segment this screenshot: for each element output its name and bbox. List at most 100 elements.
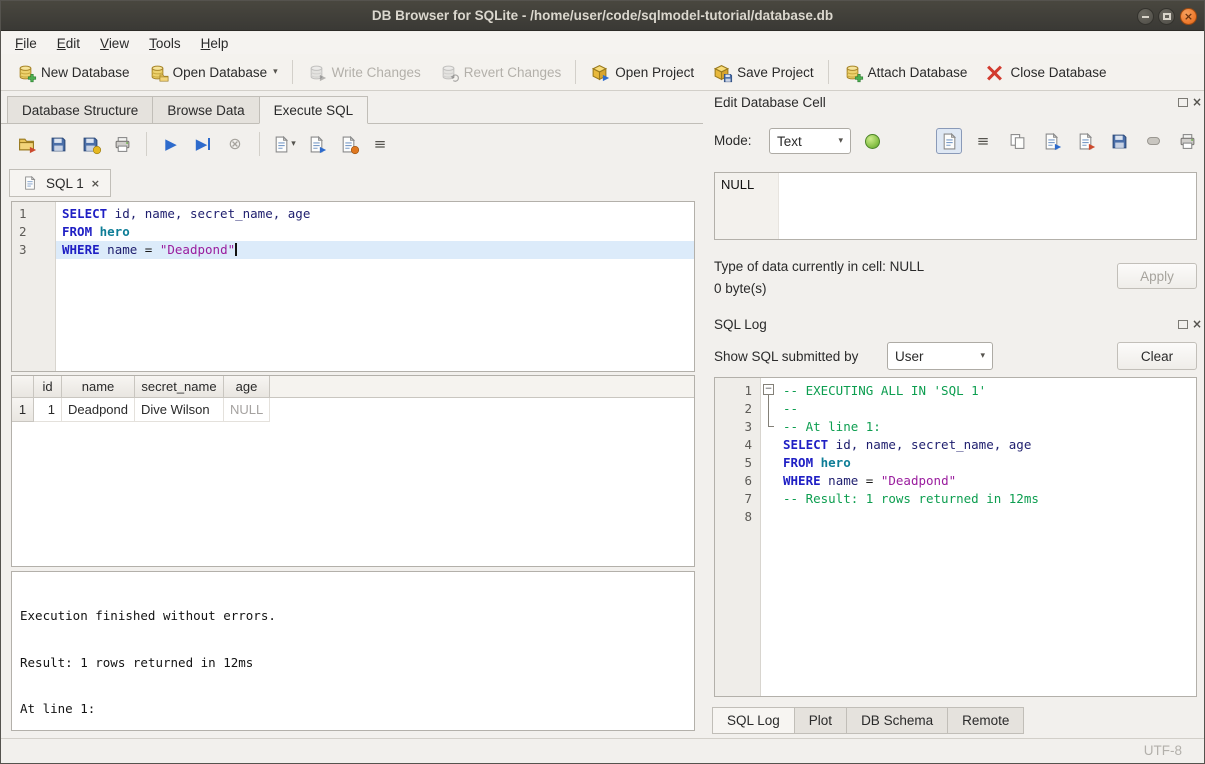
copy-icon — [1008, 132, 1027, 150]
new-editor-window-button[interactable]: ▾ — [271, 131, 297, 157]
open-sql-file-icon — [17, 135, 36, 153]
sql-log-view[interactable]: 1 2 3 4 5 6 7 8 − -- EXECUTING ALL IN 'S… — [714, 377, 1197, 697]
attach-database-icon — [843, 63, 862, 81]
write-changes-icon — [307, 63, 326, 81]
cell-name[interactable]: Deadpond — [62, 398, 135, 422]
message-line: Result: 1 rows returned in 12ms — [20, 655, 686, 671]
column-header-name[interactable]: name — [62, 376, 135, 398]
undock-panel-icon[interactable] — [1178, 320, 1188, 329]
tab-execute-sql[interactable]: Execute SQL — [259, 96, 369, 124]
close-panel-icon[interactable]: × — [1192, 317, 1202, 331]
undock-panel-icon[interactable] — [1178, 98, 1188, 107]
print-sql-button[interactable] — [109, 131, 135, 157]
execute-all-button[interactable]: ▶ — [158, 131, 184, 157]
printer-icon — [113, 135, 132, 153]
sql-tab-close-icon[interactable]: × — [91, 177, 100, 190]
column-header-age[interactable]: age — [224, 376, 270, 398]
save-sql-file-button[interactable] — [45, 131, 71, 157]
sql-code-area[interactable]: SELECT id, name, secret_name, age FROM h… — [56, 202, 694, 371]
print-cell-button[interactable] — [1174, 128, 1200, 154]
menu-edit[interactable]: Edit — [47, 34, 90, 53]
maximize-button[interactable] — [1158, 8, 1175, 25]
text-mode-icon — [940, 132, 959, 150]
cell-type-label: Type of data currently in cell: NULL — [714, 259, 924, 274]
sql-line: FROM hero — [56, 223, 694, 241]
new-database-button[interactable]: New Database — [7, 58, 139, 86]
row-number-cell[interactable]: 1 — [12, 398, 34, 422]
log-filter-value: User — [895, 349, 924, 364]
close-database-button[interactable]: Close Database — [976, 58, 1115, 86]
open-database-button[interactable]: Open Database ▾ — [139, 58, 287, 86]
sql-tab-label: SQL 1 — [46, 176, 84, 191]
log-filter-label: Show SQL submitted by — [714, 349, 858, 364]
fold-margin: − — [761, 378, 777, 696]
auto-switch-mode-button[interactable] — [859, 128, 885, 154]
tab-remote[interactable]: Remote — [947, 707, 1024, 734]
log-line: FROM hero — [777, 454, 1196, 472]
cell-editor[interactable]: NULL — [714, 172, 1197, 240]
find-replace-button[interactable] — [335, 131, 361, 157]
column-header-secret-name[interactable]: secret_name — [135, 376, 224, 398]
left-panel: Database Structure Browse Data Execute S… — [1, 91, 703, 738]
save-sql-file-icon — [49, 135, 68, 153]
save-project-icon — [712, 63, 731, 81]
encoding-indicator: UTF-8 — [1144, 743, 1182, 758]
tab-database-structure[interactable]: Database Structure — [7, 96, 153, 124]
tab-browse-data[interactable]: Browse Data — [152, 96, 259, 124]
column-header-id[interactable]: id — [34, 376, 62, 398]
bottom-tabbar: SQL Log Plot DB Schema Remote — [712, 707, 1023, 734]
import-cell-data-button[interactable] — [1038, 128, 1064, 154]
close-icon: × — [1184, 11, 1193, 22]
log-filter-select[interactable]: User ▾ — [887, 342, 993, 370]
save-as-icon — [1110, 132, 1129, 150]
toolbar-separator — [575, 60, 576, 84]
word-wrap-button[interactable]: ≡ — [367, 131, 393, 157]
log-line: -- EXECUTING ALL IN 'SQL 1' — [777, 382, 1196, 400]
word-wrap-cell-button[interactable]: ≡ — [970, 128, 996, 154]
attach-database-button[interactable]: Attach Database — [834, 58, 977, 86]
tab-plot[interactable]: Plot — [794, 707, 847, 734]
copy-cell-button[interactable] — [1004, 128, 1030, 154]
window-title: DB Browser for SQLite - /home/user/code/… — [372, 8, 833, 23]
minimize-button[interactable] — [1137, 8, 1154, 25]
cell-id[interactable]: 1 — [34, 398, 62, 422]
export-results-button[interactable] — [303, 131, 329, 157]
write-changes-button[interactable]: Write Changes — [298, 58, 430, 86]
menu-tools[interactable]: Tools — [139, 34, 191, 53]
sql-editor-tab[interactable]: SQL 1 × — [9, 169, 111, 197]
save-sql-file-as-button[interactable] — [77, 131, 103, 157]
revert-changes-button[interactable]: Revert Changes — [430, 58, 571, 86]
close-panel-icon[interactable]: × — [1192, 95, 1202, 109]
apply-button[interactable]: Apply — [1117, 263, 1197, 289]
mode-label: Mode: — [714, 133, 752, 148]
mode-select[interactable]: Text ▾ — [769, 128, 851, 154]
cell-age[interactable]: NULL — [224, 398, 270, 422]
export-cell-data-button[interactable] — [1072, 128, 1098, 154]
text-mode-button[interactable] — [936, 128, 962, 154]
save-project-button[interactable]: Save Project — [703, 58, 823, 86]
sql-editor[interactable]: 1 2 3 SELECT id, name, secret_name, age … — [11, 201, 695, 372]
fold-collapse-icon[interactable]: − — [763, 384, 774, 395]
tab-db-schema[interactable]: DB Schema — [846, 707, 948, 734]
execute-line-bar-icon — [208, 138, 210, 150]
word-wrap-icon: ≡ — [977, 134, 990, 149]
clear-log-button[interactable]: Clear — [1117, 342, 1197, 370]
stop-execution-button[interactable]: ⊗ — [222, 131, 248, 157]
log-line — [777, 508, 1196, 526]
window-close-button[interactable]: × — [1180, 8, 1197, 25]
menu-file[interactable]: File — [5, 34, 47, 53]
titlebar[interactable]: DB Browser for SQLite - /home/user/code/… — [1, 1, 1204, 31]
menu-view[interactable]: View — [90, 34, 139, 53]
tab-sql-log[interactable]: SQL Log — [712, 707, 795, 734]
execute-current-line-button[interactable]: ▶ — [190, 131, 216, 157]
set-null-button[interactable] — [1140, 128, 1166, 154]
open-project-button[interactable]: Open Project — [581, 58, 703, 86]
toolbar-separator — [828, 60, 829, 84]
menu-help[interactable]: Help — [191, 34, 239, 53]
import-icon — [1042, 132, 1061, 150]
cell-editor-toolbar: ≡ — [936, 128, 1200, 154]
open-sql-file-button[interactable] — [13, 131, 39, 157]
save-cell-as-button[interactable] — [1106, 128, 1132, 154]
cell-secret-name[interactable]: Dive Wilson — [135, 398, 224, 422]
open-database-icon — [148, 63, 167, 81]
